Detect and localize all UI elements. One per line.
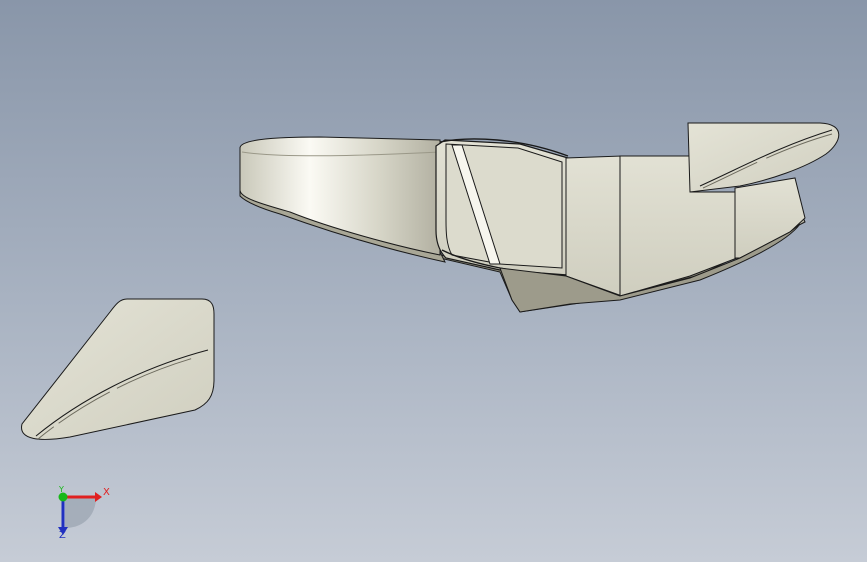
reference-triad xyxy=(58,492,102,535)
y-axis-label: Y xyxy=(59,485,64,494)
mid-fuselage[interactable] xyxy=(565,155,623,297)
x-axis-arrow xyxy=(95,492,102,502)
x-axis-label: X xyxy=(103,487,110,498)
model-view[interactable] xyxy=(0,0,867,562)
side-wing-panel[interactable] xyxy=(21,298,215,440)
graphics-viewport[interactable]: X Y Z xyxy=(0,0,867,562)
z-axis-label: Z xyxy=(59,530,66,541)
triad-shadow xyxy=(65,497,96,528)
